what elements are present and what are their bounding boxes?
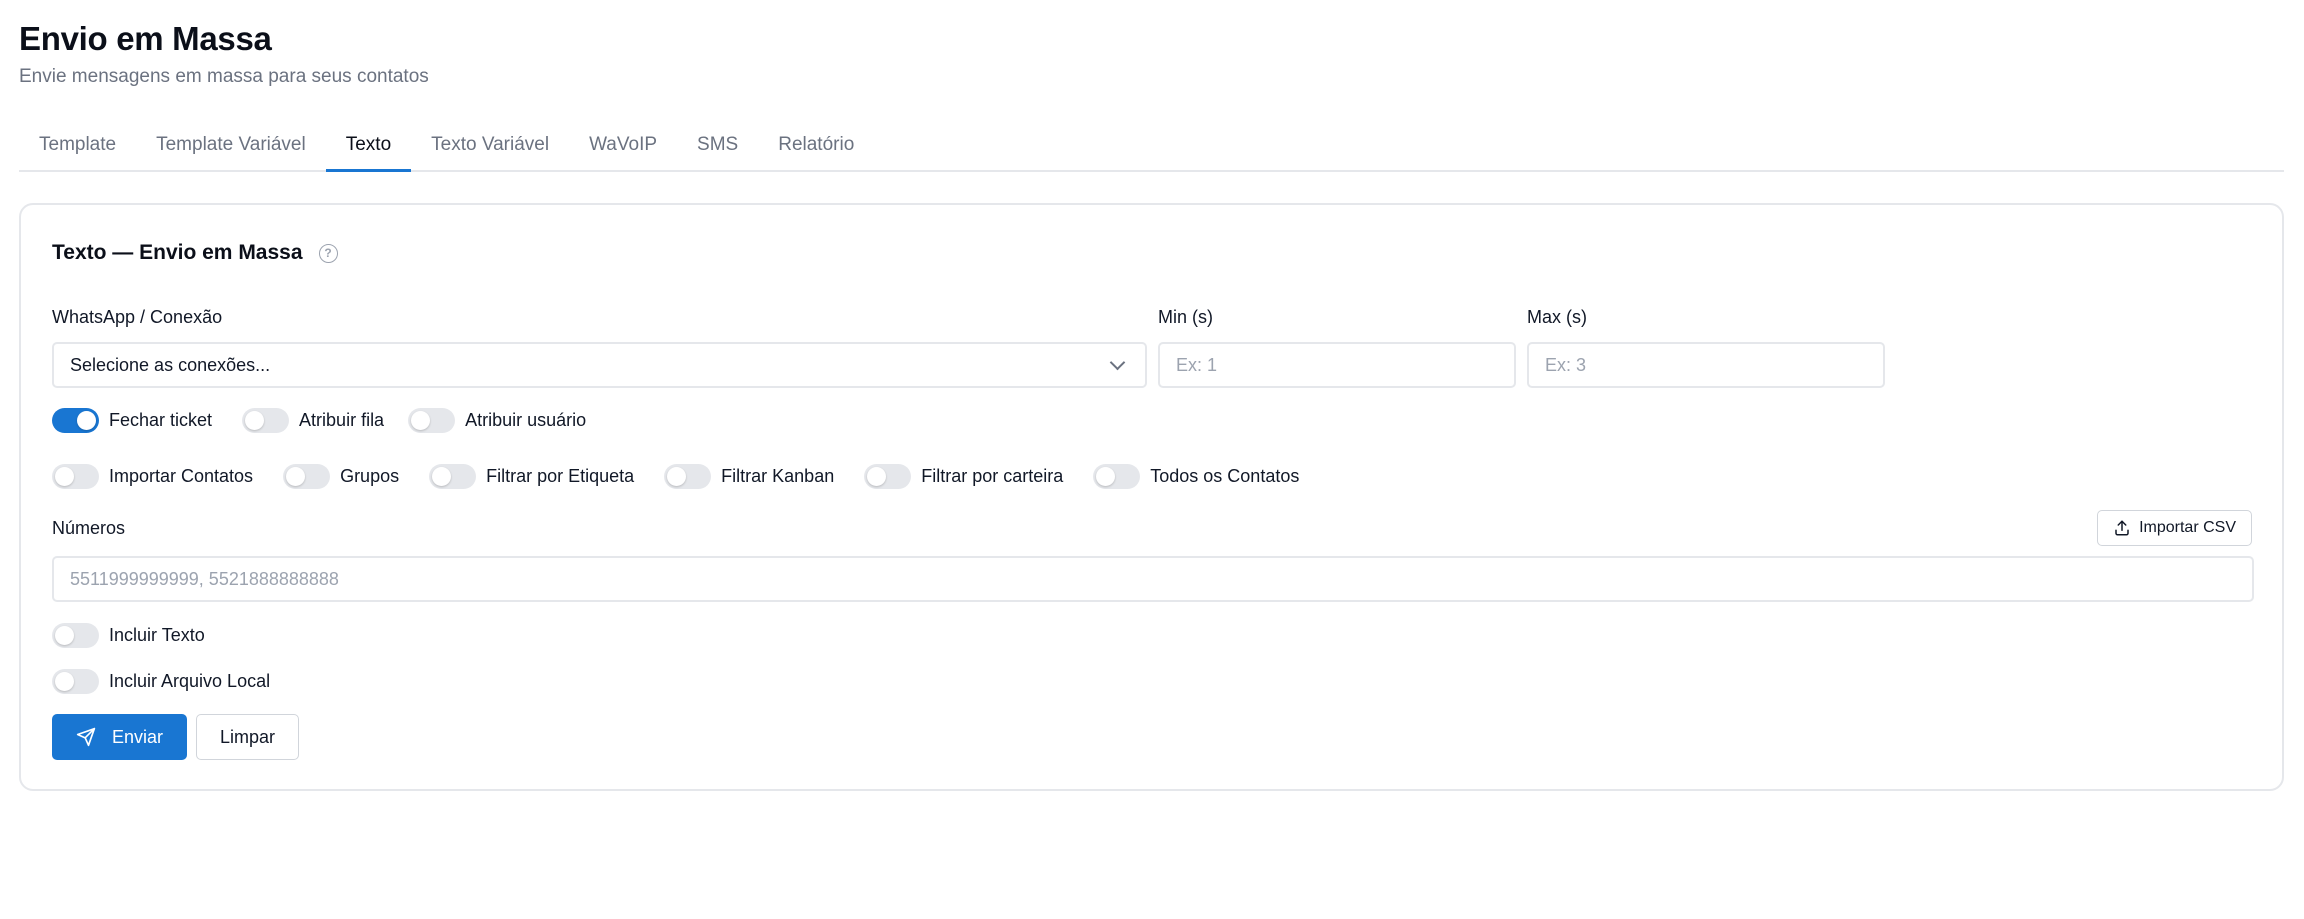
toggle-filtrar-carteira[interactable]: Filtrar por carteira xyxy=(864,464,1063,489)
switch-off[interactable] xyxy=(1093,464,1141,489)
max-input-placeholder: Ex: 3 xyxy=(1545,354,1587,375)
toggle-label: Filtrar por Etiqueta xyxy=(486,466,635,486)
numbers-input-placeholder: 5511999999999, 5521888888888 xyxy=(70,568,339,589)
numbers-input[interactable]: 5511999999999, 5521888888888 xyxy=(52,556,2254,602)
switch-on[interactable] xyxy=(52,408,99,433)
toggle-label: Atribuir usuário xyxy=(465,410,587,430)
tab-texto[interactable]: Texto xyxy=(325,122,412,172)
numbers-label: Números xyxy=(52,518,126,538)
chevron-down-icon xyxy=(1109,354,1126,370)
tab-sms[interactable]: SMS xyxy=(677,122,758,172)
card-title: Texto — Envio em Massa ? xyxy=(52,241,338,265)
import-csv-label: Importar CSV xyxy=(2139,519,2236,536)
switch-off[interactable] xyxy=(864,464,912,489)
toggle-label: Filtrar por carteira xyxy=(921,466,1064,486)
tab-template[interactable]: Template xyxy=(19,122,136,172)
page-title: Envio em Massa xyxy=(19,20,272,57)
tab-relatorio[interactable]: Relatório xyxy=(758,122,874,172)
toggle-atribuir-usuario[interactable]: Atribuir usuário xyxy=(408,408,586,433)
toggle-incluir-texto[interactable]: Incluir Texto xyxy=(52,623,205,648)
connection-select[interactable]: Selecione as conexões... xyxy=(52,342,1147,388)
switch-off[interactable] xyxy=(429,464,477,489)
toggle-todos-contatos[interactable]: Todos os Contatos xyxy=(1093,464,1299,489)
toggle-grupos[interactable]: Grupos xyxy=(283,464,399,489)
toggle-label: Atribuir fila xyxy=(299,410,385,430)
toggle-atribuir-fila[interactable]: Atribuir fila xyxy=(242,408,384,433)
connection-select-value: Selecione as conexões... xyxy=(70,354,271,375)
connection-label: WhatsApp / Conexão xyxy=(52,307,223,327)
contact-filter-toggles: Importar Contatos Grupos Filtrar por Eti… xyxy=(52,464,1329,489)
toggle-label: Incluir Texto xyxy=(109,625,205,645)
clear-label: Limpar xyxy=(219,726,276,747)
max-label: Max (s) xyxy=(1527,307,1587,327)
switch-off[interactable] xyxy=(52,464,99,489)
send-icon xyxy=(76,727,96,747)
tab-template-variavel[interactable]: Template Variável xyxy=(136,122,326,172)
toggle-label: Filtrar Kanban xyxy=(721,466,835,486)
min-label: Min (s) xyxy=(1158,307,1213,327)
ticket-toggles: Fechar ticket Atribuir fila Atribuir usu… xyxy=(52,408,616,433)
clear-button[interactable]: Limpar xyxy=(196,714,299,760)
toggle-filtrar-etiqueta[interactable]: Filtrar por Etiqueta xyxy=(429,464,634,489)
form-card: Texto — Envio em Massa ? WhatsApp / Cone… xyxy=(19,203,2284,791)
tab-texto-variavel[interactable]: Texto Variável xyxy=(411,122,569,172)
min-input[interactable]: Ex: 1 xyxy=(1158,342,1516,388)
toggle-label: Todos os Contatos xyxy=(1150,466,1300,486)
import-csv-button[interactable]: Importar CSV xyxy=(2097,510,2252,546)
max-input[interactable]: Ex: 3 xyxy=(1527,342,1885,388)
question-circle-icon[interactable]: ? xyxy=(318,243,338,263)
send-button[interactable]: Enviar xyxy=(52,714,187,760)
toggle-importar-contatos[interactable]: Importar Contatos xyxy=(52,464,253,489)
toggle-filtrar-kanban[interactable]: Filtrar Kanban xyxy=(664,464,834,489)
switch-off[interactable] xyxy=(52,623,99,648)
switch-off[interactable] xyxy=(408,408,456,433)
min-input-placeholder: Ex: 1 xyxy=(1176,354,1218,375)
card-title-text: Texto — Envio em Massa xyxy=(52,241,303,264)
switch-off[interactable] xyxy=(52,669,99,694)
send-label: Enviar xyxy=(111,726,164,747)
toggle-fechar-ticket[interactable]: Fechar ticket xyxy=(52,408,212,433)
switch-off[interactable] xyxy=(242,408,290,433)
tab-wavoip[interactable]: WaVoIP xyxy=(569,122,677,172)
include-text-row: Incluir Texto xyxy=(52,623,235,648)
upload-icon xyxy=(2115,520,2129,536)
include-file-row: Incluir Arquivo Local xyxy=(52,669,300,694)
switch-off[interactable] xyxy=(283,464,331,489)
toggle-incluir-arquivo-local[interactable]: Incluir Arquivo Local xyxy=(52,669,270,694)
toggle-label: Incluir Arquivo Local xyxy=(109,671,271,691)
toggle-label: Fechar ticket xyxy=(109,410,213,430)
toggle-label: Importar Contatos xyxy=(109,466,254,486)
switch-off[interactable] xyxy=(664,464,712,489)
tab-bar: Template Template Variável Texto Texto V… xyxy=(19,122,2284,172)
page-subtitle: Envie mensagens em massa para seus conta… xyxy=(19,66,429,87)
toggle-label: Grupos xyxy=(340,466,400,486)
